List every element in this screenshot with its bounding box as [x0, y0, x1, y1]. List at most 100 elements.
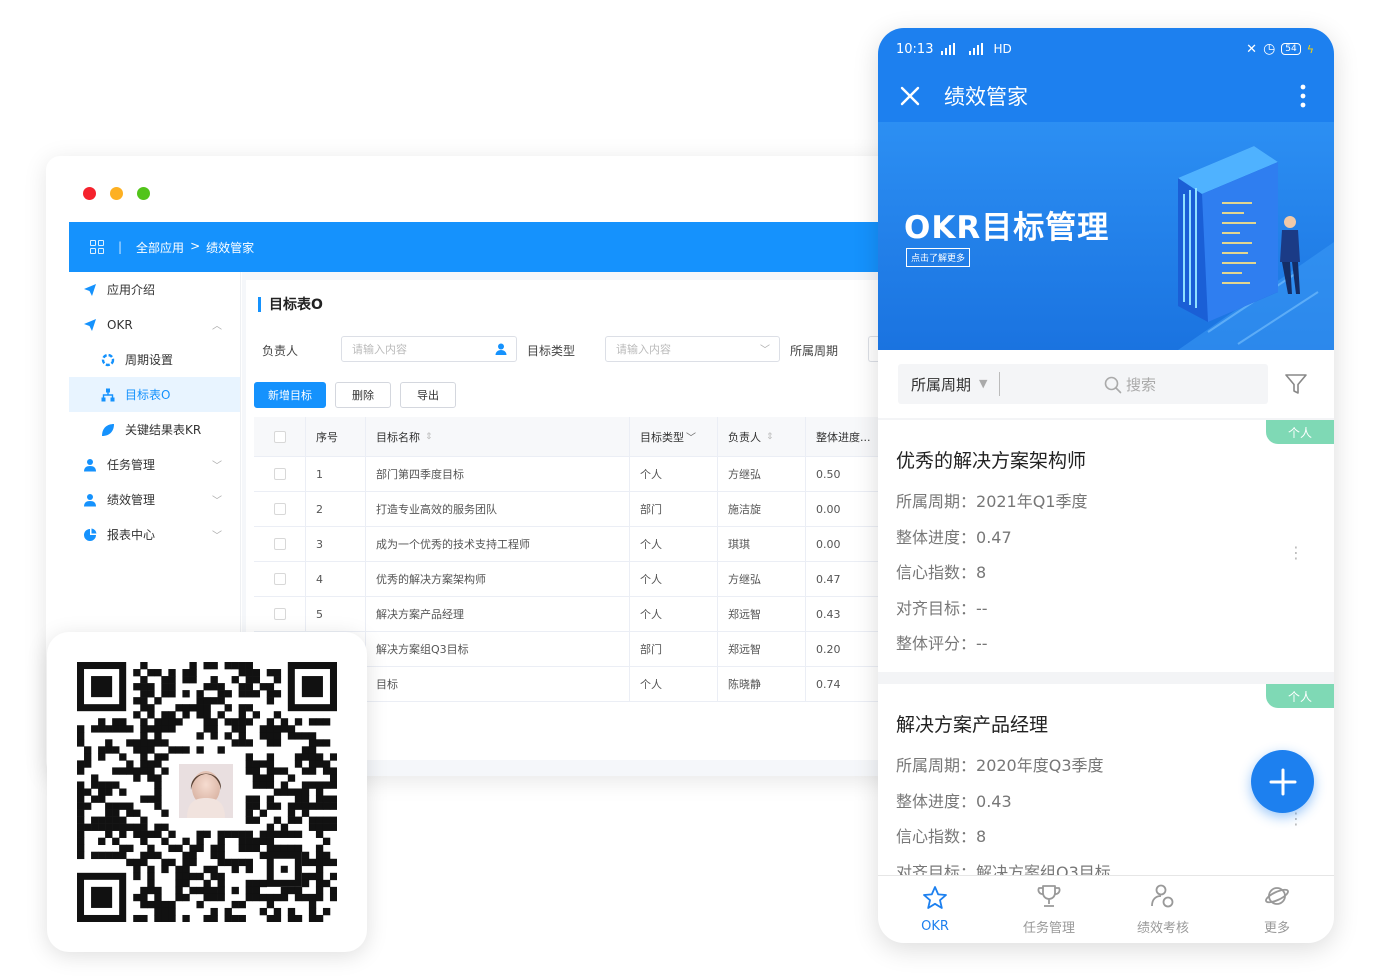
more-options-icon[interactable]: ⋮	[1288, 811, 1304, 827]
card-field-value: 0.43	[976, 791, 1012, 811]
cell-name[interactable]: 解决方案组Q3目标	[366, 632, 630, 666]
sidebar-item-label: OKR	[107, 317, 133, 332]
cell-seq: 5	[306, 597, 366, 631]
apps-grid-icon[interactable]	[90, 240, 104, 254]
add-objective-fab[interactable]	[1251, 750, 1314, 813]
card-field-value: 8	[976, 827, 987, 846]
delete-button[interactable]: 删除	[335, 382, 391, 408]
objective-card[interactable]: 个人 优秀的解决方案架构师 所属周期：2021年Q1季度 整体进度：0.47 信心指数：…	[878, 420, 1334, 672]
cell-name[interactable]: 打造专业高效的服务团队	[366, 492, 630, 526]
row-checkbox[interactable]	[274, 503, 286, 515]
search-icon	[1104, 376, 1122, 393]
table-row[interactable]: 3 成为一个优秀的技术支持工程师 个人 琪琪 0.00	[254, 527, 946, 562]
card-field: 整体进度：0.43	[896, 788, 1012, 812]
type-filter-placeholder: 请输入内容	[616, 343, 671, 356]
tab-0[interactable]: OKR	[878, 876, 992, 943]
sort-icon[interactable]: ⇕	[766, 432, 774, 442]
app-title: 绩效管家	[944, 85, 1028, 109]
sidebar-item-1[interactable]: OKR ︿	[69, 307, 240, 342]
qr-code-icon	[77, 662, 337, 922]
cell-owner: 郑远智	[718, 632, 806, 666]
row-checkbox[interactable]	[274, 468, 286, 480]
table-row[interactable]: 2 打造专业高效的服务团队 部门 施洁旋 0.00	[254, 492, 946, 527]
search-input[interactable]: 搜索	[1104, 374, 1156, 395]
sidebar-item-3[interactable]: 目标表O	[69, 377, 240, 412]
leaf-icon	[101, 423, 115, 437]
row-checkbox[interactable]	[274, 538, 286, 550]
minimize-dot-icon[interactable]	[110, 187, 123, 200]
close-icon[interactable]	[900, 86, 920, 106]
period-dropdown[interactable]: 所属周期	[911, 374, 971, 395]
battery-icon: 54	[1281, 43, 1301, 55]
sort-icon[interactable]: ⇕	[425, 432, 433, 442]
row-select-cell	[254, 597, 306, 631]
phone-nav-bar: 绩效管家	[878, 70, 1334, 122]
sidebar-item-label: 关键结果表KR	[125, 423, 202, 437]
breadcrumb-root[interactable]: 全部应用	[136, 239, 184, 256]
sidebar-item-5[interactable]: 任务管理 ﹀	[69, 447, 240, 482]
tab-label: 绩效考核	[1136, 921, 1189, 936]
user-icon	[83, 493, 97, 507]
plus-icon	[1269, 768, 1296, 795]
status-icons: ✕ ◷ 54 ϟ	[1246, 41, 1314, 57]
header-type[interactable]: 目标类型 ﹀	[630, 417, 718, 456]
type-filter-select[interactable]: 请输入内容 ﹀	[605, 336, 780, 362]
header-name[interactable]: 目标名称 ⇕	[366, 417, 630, 456]
network-type-label: HD	[993, 42, 1012, 56]
paper-plane-icon	[83, 318, 97, 332]
tab-1[interactable]: 任务管理	[992, 876, 1106, 943]
filter-funnel-icon[interactable]	[1284, 372, 1308, 396]
card-field: 整体评分：--	[896, 630, 988, 654]
banner-learn-more-link[interactable]: 点击了解更多	[906, 248, 971, 267]
sidebar-item-2[interactable]: 周期设置	[69, 342, 240, 377]
cell-name[interactable]: 目标	[366, 667, 630, 701]
planet-icon	[1264, 883, 1290, 917]
okr-banner[interactable]: OKR目标管理 点击了解更多	[878, 122, 1334, 350]
sidebar-item-0[interactable]: 应用介绍	[69, 272, 240, 307]
row-checkbox[interactable]	[274, 608, 286, 620]
cell-owner: 郑远智	[718, 597, 806, 631]
close-dot-icon[interactable]	[83, 187, 96, 200]
cell-type: 部门	[630, 492, 718, 526]
cell-owner: 方继弘	[718, 562, 806, 596]
chevron-up-icon: ︿	[212, 321, 222, 332]
table-row[interactable]: 5 解决方案产品经理 个人 郑远智 0.43	[254, 597, 946, 632]
card-field: 整体进度：0.47	[896, 524, 1012, 548]
user-picker-icon[interactable]	[494, 342, 508, 356]
filter-chevron-icon[interactable]: ﹀	[686, 429, 696, 444]
bottom-tab-bar: OKR 任务管理 绩效考核 更多	[878, 875, 1334, 943]
charging-icon: ϟ	[1306, 42, 1314, 56]
maximize-dot-icon[interactable]	[137, 187, 150, 200]
select-all-checkbox[interactable]	[274, 430, 286, 443]
title-accent-bar	[258, 296, 261, 312]
cell-name[interactable]: 成为一个优秀的技术支持工程师	[366, 527, 630, 561]
breadcrumb-separator: >	[190, 238, 201, 253]
tab-3[interactable]: 更多	[1220, 876, 1334, 943]
sidebar-item-4[interactable]: 关键结果表KR	[69, 412, 240, 447]
sidebar-item-6[interactable]: 绩效管理 ﹀	[69, 482, 240, 517]
export-button[interactable]: 导出	[400, 382, 456, 408]
row-select-cell	[254, 492, 306, 526]
cell-seq: 4	[306, 562, 366, 596]
cell-name[interactable]: 优秀的解决方案架构师	[366, 562, 630, 596]
tab-2[interactable]: 绩效考核	[1106, 876, 1220, 943]
table-row[interactable]: 1 部门第四季度目标 个人 方继弘 0.50	[254, 457, 946, 492]
add-objective-button[interactable]: 新增目标	[254, 382, 326, 408]
card-field-value: 0.47	[976, 527, 1012, 547]
row-checkbox[interactable]	[274, 573, 286, 585]
cell-name[interactable]: 解决方案产品经理	[366, 597, 630, 631]
table-row[interactable]: 4 优秀的解决方案架构师 个人 方继弘 0.47	[254, 562, 946, 597]
card-field-value: --	[976, 598, 988, 618]
mute-icon: ✕	[1246, 41, 1258, 57]
filter-divider	[999, 372, 1000, 396]
more-options-icon[interactable]: ⋮	[1288, 545, 1304, 561]
more-vertical-icon[interactable]	[1300, 84, 1306, 108]
person-badge-icon	[1150, 883, 1176, 917]
cell-name[interactable]: 部门第四季度目标	[366, 457, 630, 491]
header-owner[interactable]: 负责人 ⇕	[718, 417, 806, 456]
card-field-value: --	[976, 634, 988, 653]
owner-filter-input[interactable]: 请输入内容	[341, 336, 517, 362]
sidebar-item-label: 报表中心	[107, 528, 156, 542]
sidebar-item-7[interactable]: 报表中心 ﹀	[69, 517, 240, 552]
type-tag: 个人	[1266, 420, 1334, 444]
